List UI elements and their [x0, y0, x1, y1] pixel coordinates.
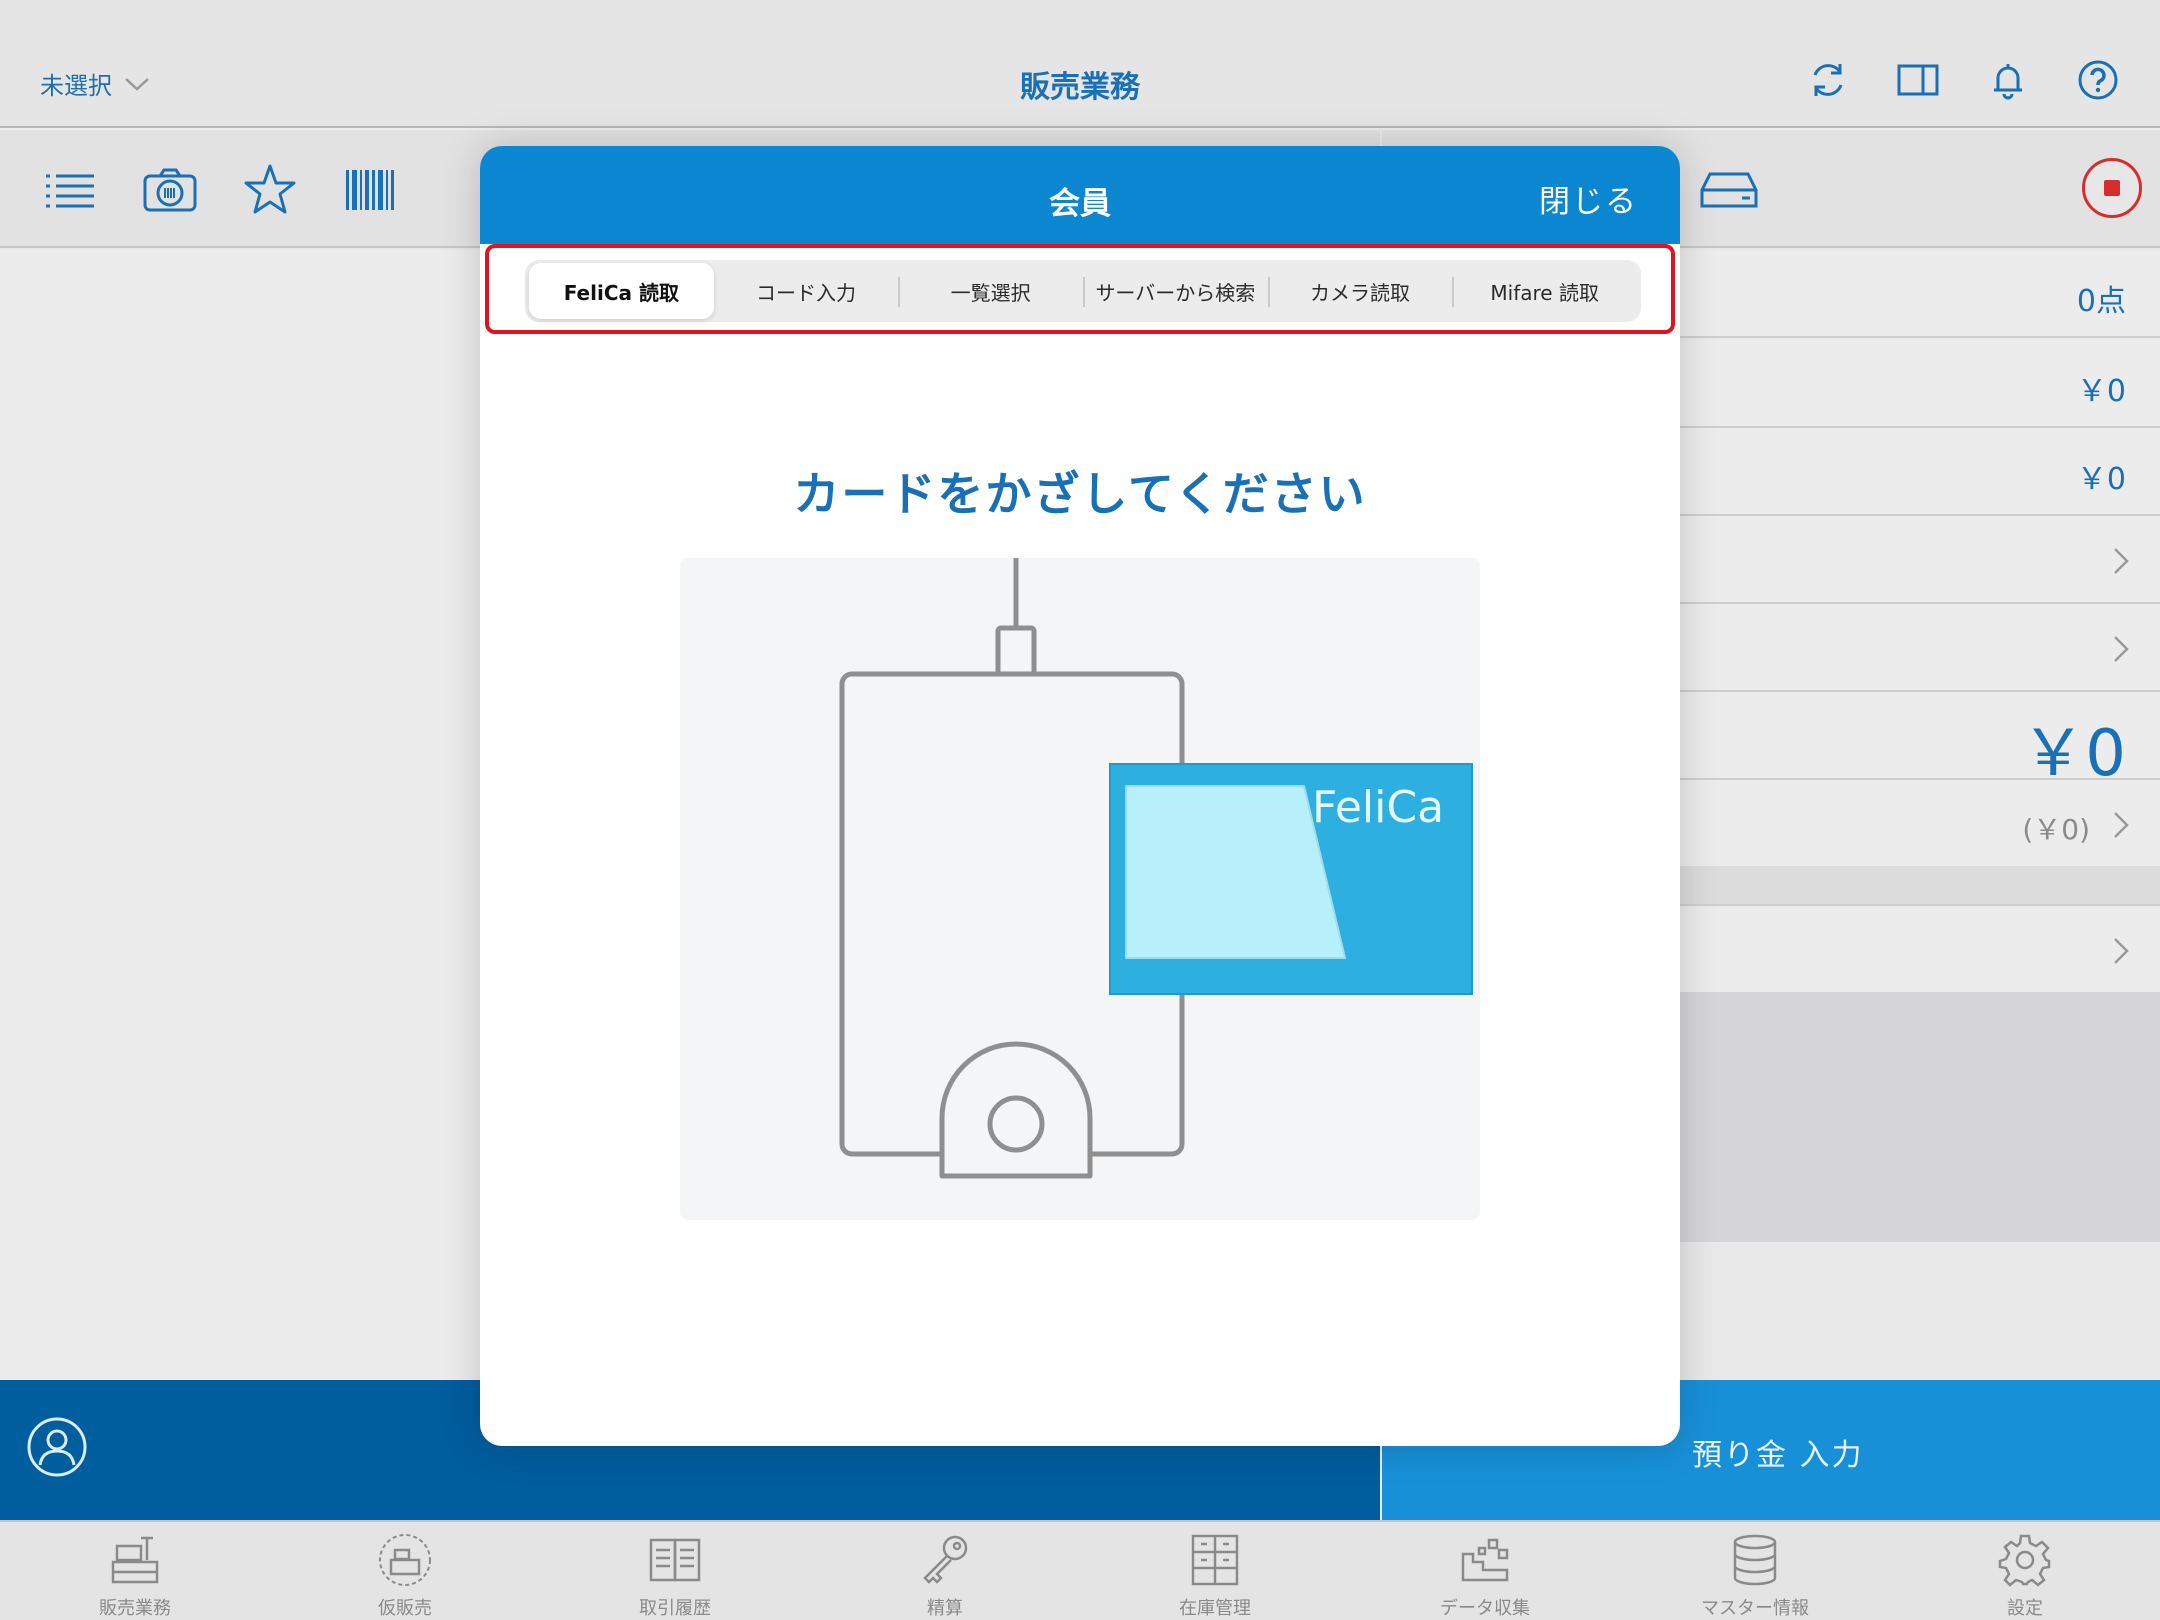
modal-title: 会員 — [1049, 186, 1111, 222]
instruction-text: カードをかざしてください — [793, 467, 1367, 521]
chevron-right-icon — [2112, 634, 2130, 664]
key-icon — [923, 1535, 968, 1584]
list-icon — [46, 174, 94, 208]
read-method-segmented-control: FeliCa 読取 コード入力 一覧選択 サーバーから検索 カメラ読取 Mifa… — [525, 260, 1641, 322]
tax-value: ￥0 — [2076, 462, 2126, 497]
item-count: 0点 — [2076, 284, 2126, 319]
person-icon — [27, 1417, 87, 1477]
tab-inventory[interactable]: 在庫管理 — [1080, 1522, 1350, 1620]
modal-header: 会員 閉じる — [480, 146, 1680, 244]
segment-camera-read[interactable]: カメラ読取 — [1267, 263, 1453, 319]
data-collection-icon — [1461, 1538, 1509, 1582]
segment-mifare-read[interactable]: Mifare 読取 — [1452, 263, 1637, 319]
inventory-cabinet-icon — [1191, 1534, 1239, 1586]
history-book-icon — [649, 1538, 701, 1582]
tab-data-collection[interactable]: データ収集 — [1350, 1522, 1620, 1620]
chevron-right-icon — [2112, 936, 2130, 966]
sync-button[interactable] — [1806, 58, 1850, 102]
subtotal-value: ￥0 — [2076, 374, 2126, 409]
bottom-tab-bar: 販売業務 仮販売 取引履歴 精算 在庫管理 データ収集 マスター情報 設定 — [0, 1520, 2160, 1620]
chevron-right-icon — [2112, 546, 2130, 576]
change-value: (￥0) — [2022, 813, 2090, 846]
card-brand-label: FeliCa — [1312, 782, 1444, 833]
camera-scan-button[interactable] — [142, 162, 198, 218]
tab-master-info[interactable]: マスター情報 — [1620, 1522, 1890, 1620]
deposit-input-label: 預り金 入力 — [1692, 1438, 1864, 1473]
segment-list-select[interactable]: 一覧選択 — [898, 263, 1083, 319]
close-button[interactable]: 閉じる — [1539, 176, 1638, 221]
help-icon — [2078, 60, 2118, 100]
bell-icon — [1994, 64, 2022, 100]
cash-drawer-icon[interactable] — [1700, 170, 1758, 210]
segment-felica-read[interactable]: FeliCa 読取 — [529, 263, 714, 319]
read-method-highlight: FeliCa 読取 コード入力 一覧選択 サーバーから検索 カメラ読取 Mifa… — [485, 244, 1675, 334]
tab-temp-sale[interactable]: 仮販売 — [270, 1522, 540, 1620]
tab-settlement[interactable]: 精算 — [810, 1522, 1080, 1620]
help-button[interactable] — [2076, 58, 2120, 102]
tab-history[interactable]: 取引履歴 — [540, 1522, 810, 1620]
star-icon — [244, 164, 296, 214]
felica-reader-illustration: FeliCa — [680, 558, 1480, 1220]
chevron-right-icon — [2112, 810, 2130, 840]
sidebar-panel-icon — [1897, 64, 1939, 96]
top-navigation-bar: 未選択 販売業務 — [0, 0, 2160, 128]
split-view-button[interactable] — [1896, 58, 1940, 102]
item-list-button[interactable] — [42, 162, 98, 218]
stop-button[interactable] — [2082, 158, 2142, 218]
card-reader-icon: FeliCa — [839, 558, 1473, 1179]
favorites-button[interactable] — [242, 162, 298, 218]
notifications-button[interactable] — [1986, 58, 2030, 102]
barcode-icon — [346, 170, 394, 210]
sync-icon — [1813, 64, 1843, 96]
temp-sale-icon — [379, 1534, 431, 1586]
member-modal: 会員 閉じる FeliCa 読取 コード入力 一覧選択 サーバーから検索 カメラ… — [480, 146, 1680, 1446]
tab-sales[interactable]: 販売業務 — [0, 1522, 270, 1620]
segment-server-search[interactable]: サーバーから検索 — [1083, 263, 1268, 319]
tab-settings[interactable]: 設定 — [1890, 1522, 2160, 1620]
segment-code-input[interactable]: コード入力 — [714, 263, 899, 319]
gear-icon — [1998, 1534, 2051, 1587]
camera-barcode-icon — [143, 168, 197, 212]
register-icon — [111, 1536, 159, 1584]
member-button[interactable] — [26, 1416, 88, 1478]
barcode-input-button[interactable] — [342, 162, 398, 218]
database-icon — [1733, 1534, 1777, 1586]
